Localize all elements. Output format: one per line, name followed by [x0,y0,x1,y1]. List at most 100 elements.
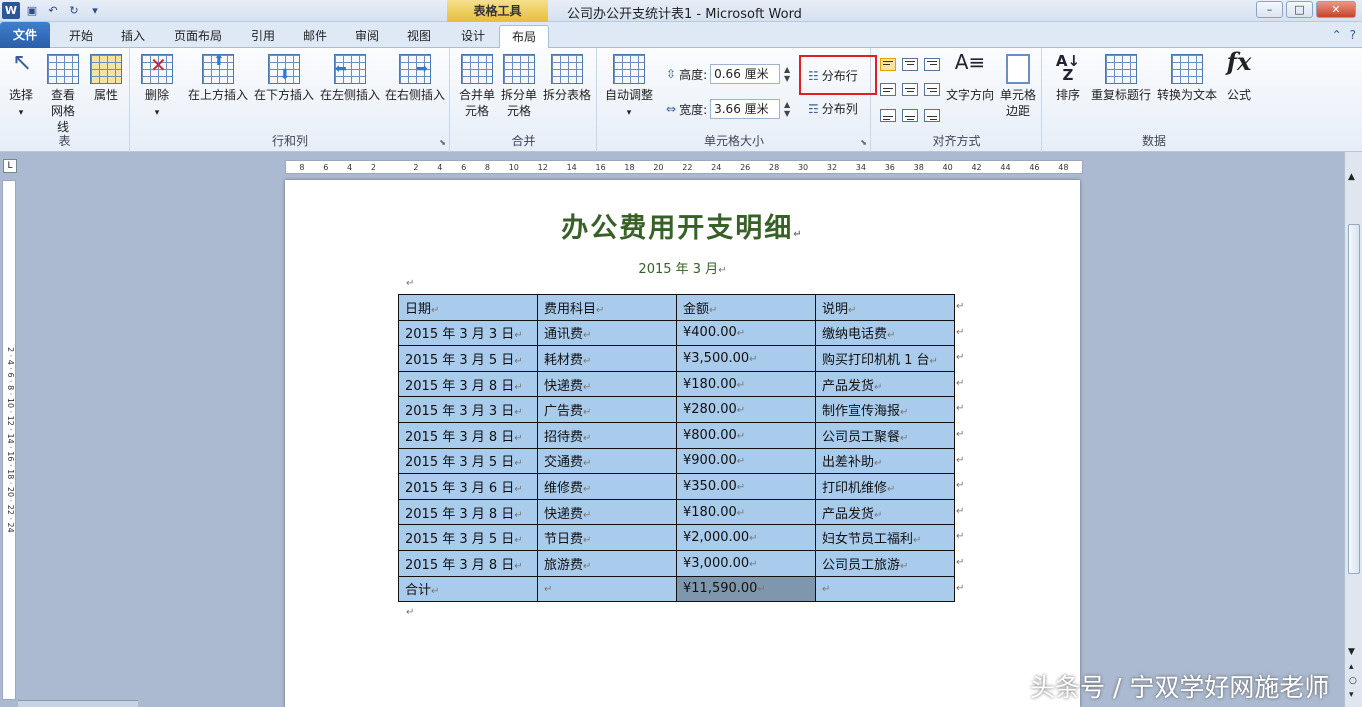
insert-right-button[interactable]: ➡ 在右侧插入 [384,54,446,103]
table-cell[interactable]: ¥2,000.00↵ [676,524,816,551]
table-cell[interactable]: 公司员工聚餐↵ [815,421,955,449]
width-spinner[interactable]: ▲ ▼ [783,100,791,118]
table-cell[interactable]: ¥900.00↵ [676,447,816,475]
table-cell[interactable]: 妇女节员工福利↵ [815,524,955,551]
table-cell[interactable]: 通讯费↵ [537,319,677,347]
tab-references[interactable]: 引用 [240,25,286,48]
delete-button[interactable]: ✕ 删除 ▾ [137,54,177,121]
table-cell[interactable]: 出差补助↵ [815,447,955,475]
height-spinner[interactable]: ▲ ▼ [783,65,791,83]
table-cell[interactable]: ↵ [537,575,677,603]
undo-icon[interactable]: ↶ [44,2,62,19]
table-row[interactable]: 2015 年 3 月 5 日↵ 耗材费↵ ¥3,500.00↵ 购买打印机机 1 台↵ [398,345,955,372]
table-cell[interactable]: 2015 年 3 月 5 日↵ [398,447,538,475]
width-input[interactable]: 3.66 厘米 [710,99,781,119]
prev-page-icon[interactable]: ▴ [1349,662,1354,672]
expense-table[interactable]: 日期↵ 费用科目↵ 金额↵ 说明↵ 2015 年 3 月 3 日↵ 通讯费↵ ¥400.00… [398,294,955,603]
height-input[interactable]: 0.66 厘米 [710,64,781,84]
tab-page-layout[interactable]: 页面布局 [164,25,232,48]
table-cell[interactable]: 公司员工旅游↵ [815,549,955,577]
table-cell[interactable]: 2015 年 3 月 5 日↵ [398,524,538,551]
align-middle-right-icon[interactable] [924,83,940,96]
table-cell[interactable]: 快递费↵ [537,498,677,526]
table-cell[interactable]: ¥180.00↵ [676,370,816,398]
tab-file[interactable]: 文件 [0,22,50,48]
table-cell[interactable]: 2015 年 3 月 3 日↵ [398,319,538,347]
sort-button[interactable]: A↓ Z 排序 [1051,54,1085,103]
scroll-thumb[interactable] [1348,224,1360,574]
align-bottom-center-icon[interactable] [902,109,918,122]
align-middle-left-icon[interactable] [880,83,896,96]
table-cell[interactable]: 金额↵ [676,294,816,321]
close-button[interactable]: ✕ [1316,1,1356,18]
split-cells-button[interactable]: 拆分单元格 [499,54,539,119]
table-cell[interactable]: 节日费↵ [537,524,677,551]
align-top-right-icon[interactable] [924,58,940,71]
table-row[interactable]: 2015 年 3 月 8 日↵ 旅游费↵ ¥3,000.00↵ 公司员工旅游↵ [398,549,955,577]
help-icon[interactable]: ? [1350,28,1356,42]
formula-button[interactable]: fx 公式 [1223,50,1255,103]
table-cell[interactable]: ¥180.00↵ [676,498,816,526]
vertical-scrollbar[interactable]: ▲ ▼ ▴ ○ ▾ [1344,152,1362,707]
table-cell[interactable]: ¥400.00↵ [676,319,816,347]
text-direction-button[interactable]: A≡ 文字方向 [944,52,996,103]
tab-design[interactable]: 设计 [450,25,496,48]
table-cell[interactable]: 广告费↵ [537,396,677,423]
table-cell[interactable]: 交通费↵ [537,447,677,475]
table-cell[interactable]: 制作宣传海报↵ [815,396,955,423]
distribute-columns-button[interactable]: ☶ 分布列 [808,100,858,117]
tab-home[interactable]: 开始 [58,25,104,48]
convert-to-text-button[interactable]: 转换为文本 [1155,54,1219,103]
insert-above-button[interactable]: ⬆ 在上方插入 [187,53,249,103]
table-cell[interactable]: 费用科目↵ [537,294,677,321]
table-row[interactable]: 2015 年 3 月 8 日↵ 快递费↵ ¥180.00↵ 产品发货↵ [398,498,955,526]
table-cell[interactable]: 耗材费↵ [537,345,677,372]
align-middle-center-icon[interactable] [902,83,918,96]
table-cell[interactable]: ¥800.00↵ [676,421,816,449]
table-row[interactable]: 2015 年 3 月 3 日↵ 通讯费↵ ¥400.00↵ 缴纳电话费↵ [398,319,955,347]
scroll-down-icon[interactable]: ▼ [1348,647,1355,657]
table-cell[interactable]: 2015 年 3 月 3 日↵ [398,396,538,423]
table-cell[interactable]: 说明↵ [815,294,955,321]
table-cell[interactable]: ¥11,590.00↵ [676,575,816,603]
document-page[interactable]: 办公费用开支明细↵ 2015 年 3 月↵ ↵ 日期↵ 费用科目↵ 金额↵ 说明↵ 20… [285,180,1080,707]
split-table-button[interactable]: 拆分表格 [541,54,593,103]
minimize-ribbon-icon[interactable]: ⌃ [1332,28,1342,42]
align-bottom-right-icon[interactable] [924,109,940,122]
table-cell[interactable]: ¥3,500.00↵ [676,345,816,372]
table-cell[interactable]: 产品发货↵ [815,498,955,526]
repeat-header-rows-button[interactable]: 重复标题行 [1089,54,1153,103]
table-row[interactable]: 2015 年 3 月 5 日↵ 节日费↵ ¥2,000.00↵ 妇女节员工福利↵ [398,524,955,551]
table-cell[interactable]: 2015 年 3 月 8 日↵ [398,421,538,449]
horizontal-ruler[interactable]: 8 6 4 2 2 4 6 8 10 12 14 16 18 20 22 24 26 28 30 32 34 36 38 40… [285,160,1083,174]
table-total-row[interactable]: 合计↵ ↵ ¥11,590.00↵ ↵ [398,575,955,603]
table-cell[interactable]: 快递费↵ [537,370,677,398]
table-cell[interactable]: ↵ [815,575,955,603]
tab-layout[interactable]: 布局 [499,25,549,49]
table-cell[interactable]: 2015 年 3 月 8 日↵ [398,370,538,398]
table-cell[interactable]: 合计↵ [398,575,538,603]
table-cell[interactable]: 2015 年 3 月 6 日↵ [398,473,538,500]
view-buttons[interactable] [18,700,138,707]
cell-margins-button[interactable]: 单元格边距 [996,54,1040,119]
table-cell[interactable]: 缴纳电话费↵ [815,319,955,347]
merge-cells-button[interactable]: 合并单元格 [455,54,499,119]
table-cell[interactable]: 维修费↵ [537,473,677,500]
table-cell[interactable]: 2015 年 3 月 8 日↵ [398,498,538,526]
tab-view[interactable]: 视图 [396,25,442,48]
table-cell[interactable]: 2015 年 3 月 8 日↵ [398,549,538,577]
document-title[interactable]: 办公费用开支明细↵ [285,206,1080,245]
align-top-left-icon[interactable] [880,58,896,71]
select-button[interactable]: ↖ 选择 ▾ [6,50,36,121]
table-row[interactable]: 2015 年 3 月 8 日↵ 招待费↵ ¥800.00↵ 公司员工聚餐↵ [398,421,955,449]
tab-selector-icon[interactable]: L [3,159,17,173]
table-cell[interactable]: 2015 年 3 月 5 日↵ [398,345,538,372]
tab-mailings[interactable]: 邮件 [292,25,338,48]
document-date[interactable]: 2015 年 3 月↵ [285,258,1080,277]
view-gridlines-button[interactable]: 查看网格线 [42,54,84,135]
dialog-launcher-icon[interactable]: ⬊ [439,138,446,147]
redo-icon[interactable]: ↻ [65,2,83,19]
save-icon[interactable]: ▣ [23,2,41,19]
align-bottom-left-icon[interactable] [880,109,896,122]
table-cell[interactable]: 招待费↵ [537,421,677,449]
